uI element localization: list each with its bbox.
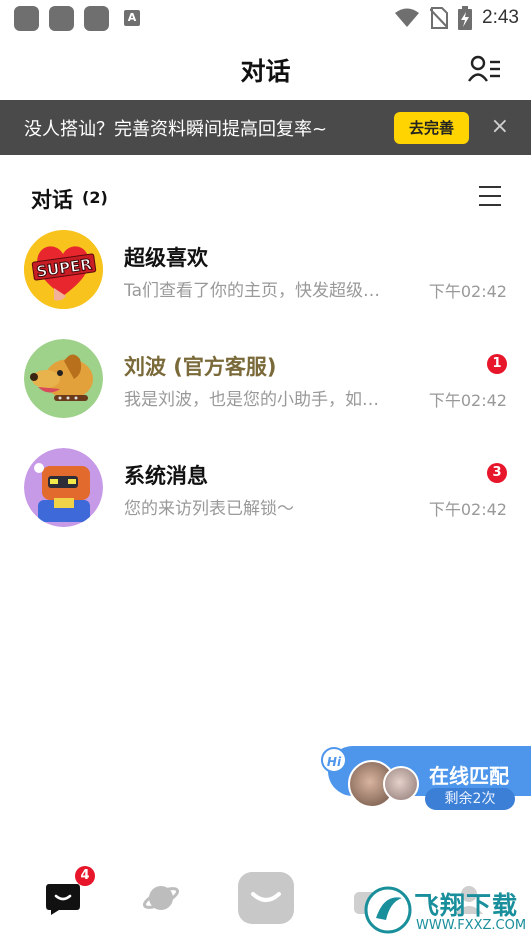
notification-letter-icon: A <box>124 10 140 26</box>
conversation-name: 系统消息 <box>124 464 208 488</box>
online-match-label: 在线匹配 <box>429 764 509 788</box>
match-avatar <box>383 766 419 802</box>
conversation-item-super-like[interactable]: SUPER 超级喜欢 Ta们查看了你的主页，快发超级… 下午02:42 <box>0 230 531 330</box>
notification-icon <box>84 6 109 31</box>
remaining-count: 剩余2次 <box>425 788 515 810</box>
complete-profile-button[interactable]: 去完善 <box>394 112 469 144</box>
conversation-time: 下午02:42 <box>428 500 507 519</box>
app-header: 对话 <box>0 36 531 100</box>
conversation-name: 刘波 (官方客服) <box>124 355 277 379</box>
robot-mascot-icon <box>24 448 103 527</box>
watermark-logo-icon <box>364 886 412 934</box>
close-icon[interactable]: × <box>491 114 509 140</box>
nav-messages-icon[interactable] <box>45 882 81 916</box>
avatar <box>24 339 103 418</box>
avatar <box>24 448 103 527</box>
no-sim-icon <box>430 7 449 29</box>
conversation-name: 超级喜欢 <box>124 246 208 270</box>
clock: 2:43 <box>482 7 519 28</box>
conversation-preview: 我是刘波，也是您的小助手，如… <box>124 390 379 410</box>
section-title: 对话 <box>31 188 73 212</box>
battery-charging-icon <box>458 6 473 30</box>
status-bar: A 2:43 <box>0 0 531 36</box>
nav-home-face-icon[interactable] <box>237 868 295 926</box>
profile-prompt-banner: 没人搭讪？完善资料瞬间提高回复率~ 去完善 × <box>0 100 531 155</box>
site-watermark: 飞翔下载 WWW.FXXZ.COM <box>364 884 527 940</box>
super-like-heart-icon: SUPER <box>24 230 103 309</box>
nav-planet-icon[interactable] <box>142 880 180 916</box>
unread-badge: 3 <box>487 463 507 483</box>
conversation-item-official-support[interactable]: 刘波 (官方客服) 1 我是刘波，也是您的小助手，如… 下午02:42 <box>0 339 531 439</box>
conversation-time: 下午02:42 <box>428 282 507 301</box>
page-title: 对话 <box>240 57 291 86</box>
hi-bubble-icon: Hi <box>321 747 347 773</box>
banner-text: 没人搭讪？完善资料瞬间提高回复率~ <box>24 119 328 140</box>
conversation-preview: Ta们查看了你的主页，快发超级… <box>124 281 380 301</box>
watermark-url: WWW.FXXZ.COM <box>416 918 527 933</box>
messages-unread-badge: 4 <box>75 866 95 886</box>
unread-badge: 1 <box>487 354 507 374</box>
conversations-section-header: 对话 (2) <box>0 178 531 218</box>
conversation-time: 下午02:42 <box>428 391 507 410</box>
menu-icon[interactable] <box>479 186 501 206</box>
watermark-text: 飞翔下载 <box>414 891 519 920</box>
avatar: SUPER <box>24 230 103 309</box>
wifi-icon <box>395 8 420 27</box>
notification-icon <box>14 6 39 31</box>
dog-mascot-icon <box>24 339 103 418</box>
conversation-preview: 您的来访列表已解锁〜 <box>124 499 294 519</box>
conversation-count: (2) <box>82 188 108 207</box>
contacts-list-icon[interactable] <box>467 54 503 84</box>
conversation-item-system-messages[interactable]: 系统消息 3 您的来访列表已解锁〜 下午02:42 <box>0 448 531 548</box>
notification-icon <box>49 6 74 31</box>
